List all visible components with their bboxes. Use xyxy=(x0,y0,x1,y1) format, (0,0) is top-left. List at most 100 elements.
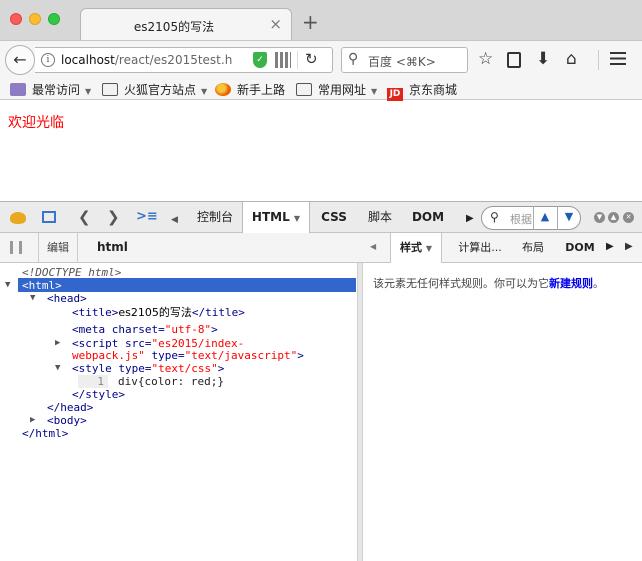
search-icon: ⚲ xyxy=(490,210,499,224)
menu-icon[interactable] xyxy=(610,52,626,65)
chevron-down-icon: ▼ xyxy=(293,214,301,223)
expand-toggle-icon[interactable]: ▼ xyxy=(30,293,35,303)
play-icon[interactable]: ▶ xyxy=(625,241,633,252)
html-node[interactable]: <html> xyxy=(22,279,62,292)
tab-css[interactable]: CSS xyxy=(312,202,356,233)
reload-icon[interactable]: ↻ xyxy=(305,50,318,68)
back-icon[interactable]: ❮ xyxy=(78,209,91,225)
tab-script[interactable]: 脚本 xyxy=(358,202,402,233)
info-icon[interactable]: i xyxy=(41,53,55,67)
star-folder-icon xyxy=(10,83,26,96)
script-type-attr: type= xyxy=(151,349,185,362)
close-tab-icon[interactable]: × xyxy=(269,15,282,33)
minimize-window-button[interactable] xyxy=(29,13,41,25)
url-path: /react/es2015test.h xyxy=(114,53,233,67)
tab-style-label: 样式 xyxy=(400,241,422,254)
expand-toggle-icon[interactable]: ▼ xyxy=(5,280,10,290)
bookmark-label: 新手上路 xyxy=(237,83,286,97)
new-tab-icon[interactable]: + xyxy=(302,10,319,34)
title-close-tag: </title> xyxy=(191,306,245,319)
head-node[interactable]: <head> xyxy=(47,292,87,305)
reading-list-icon[interactable] xyxy=(507,52,521,68)
style-empty-message: 该元素无任何样式规则。你可以为它新建规则。 xyxy=(373,275,604,291)
forward-icon[interactable]: ❯ xyxy=(107,209,120,225)
bookmark-label: 火狐官方站点 xyxy=(124,83,197,97)
bookmark-most-visited[interactable]: 最常访问 ▼ xyxy=(10,81,91,98)
maximize-window-button[interactable] xyxy=(48,13,60,25)
title-bar: es2105的写法 × + xyxy=(0,0,642,41)
tab-html-label: HTML xyxy=(251,210,290,224)
chevron-down-icon: ▼ xyxy=(371,87,378,96)
tab-html[interactable]: HTML ▼ xyxy=(242,202,310,234)
style-tag: <style xyxy=(72,362,112,375)
bookmark-star-icon[interactable]: ☆ xyxy=(478,50,493,68)
bookmark-common-sites[interactable]: 常用网址 ▼ xyxy=(296,81,377,98)
tab-style[interactable]: 样式 ▼ xyxy=(390,233,442,263)
folder-icon xyxy=(102,83,118,96)
head-tag: <head> xyxy=(47,292,87,305)
search-previous-button[interactable]: ▲ xyxy=(533,206,556,230)
search-next-button[interactable]: ▼ xyxy=(557,206,580,230)
shield-icon[interactable]: ✓ xyxy=(253,52,267,68)
title-text: es2105的写法 xyxy=(118,306,192,319)
title-node[interactable]: <title>es2105的写法</title> xyxy=(72,306,245,319)
tab-title: es2105的写法 xyxy=(133,20,215,34)
tab-console[interactable]: 控制台 xyxy=(190,202,240,233)
divider xyxy=(297,51,298,69)
tab-layout[interactable]: 布局 xyxy=(514,233,552,262)
devtools-subtoolbar: 编辑 html ◀ 样式 ▼ 计算出... 布局 DOM ▶ ▶ xyxy=(0,233,642,263)
html-close-tag: </html> xyxy=(22,427,69,440)
bookmark-firefox-site[interactable]: 火狐官方站点 ▼ xyxy=(102,81,207,98)
style-close-tag: </style> xyxy=(72,388,125,401)
bookmark-getting-started[interactable]: 新手上路 xyxy=(215,81,285,98)
url-bar[interactable]: i localhost/react/es2015test.h ✓ ↻ xyxy=(35,47,333,73)
welcome-text: 欢迎光临 xyxy=(8,115,64,131)
close-window-button[interactable] xyxy=(10,13,22,25)
divider xyxy=(598,50,599,70)
folder-icon xyxy=(296,83,312,96)
script-end: > xyxy=(297,349,304,362)
home-icon[interactable]: ⌂ xyxy=(566,50,577,68)
more-tabs-icon[interactable]: ▶ xyxy=(466,211,474,227)
expand-toggle-icon[interactable]: ▶ xyxy=(55,338,60,348)
expand-toggle-icon[interactable]: ▶ xyxy=(30,415,35,425)
tab-computed[interactable]: 计算出... xyxy=(452,233,508,262)
minimize-devtools-icon[interactable]: ▼ xyxy=(594,212,605,223)
bookmark-label: 最常访问 xyxy=(32,83,81,97)
selected-node-highlight xyxy=(18,278,356,292)
break-on-mutate-icon[interactable] xyxy=(10,241,22,254)
browser-tab[interactable]: es2105的写法 × xyxy=(80,8,292,41)
head-close-tag: </head> xyxy=(47,401,94,414)
download-icon[interactable]: ⬇ xyxy=(536,50,550,68)
command-line-icon[interactable]: >≡ xyxy=(136,209,158,225)
style-panel: 该元素无任何样式规则。你可以为它新建规则。 xyxy=(363,263,642,561)
body-node[interactable]: <body> xyxy=(47,414,87,427)
meta-value: "utf-8" xyxy=(164,323,212,336)
meta-node[interactable]: <meta charset="utf-8"> xyxy=(72,323,218,336)
firebug-icon[interactable] xyxy=(10,212,26,224)
qr-code-icon[interactable] xyxy=(275,52,291,68)
search-bar[interactable]: ⚲ 百度 <⌘K> xyxy=(341,47,468,73)
bookmark-label: 常用网址 xyxy=(318,83,367,97)
style-node[interactable]: <style type="text/css"> xyxy=(72,362,224,375)
inspect-element-icon[interactable] xyxy=(42,211,56,223)
back-button[interactable]: ← xyxy=(5,45,35,75)
bookmark-jd[interactable]: JD 京东商城 xyxy=(387,81,457,101)
detach-devtools-icon[interactable]: ▲ xyxy=(608,212,619,223)
expand-toggle-icon[interactable]: ▼ xyxy=(55,363,60,373)
scroll-left-icon[interactable]: ◀ xyxy=(370,242,376,251)
edit-button[interactable]: 编辑 xyxy=(38,233,78,262)
chevron-down-icon: ▼ xyxy=(85,87,92,96)
tab-dom[interactable]: DOM xyxy=(404,202,452,233)
url-text[interactable]: localhost/react/es2015test.h xyxy=(61,53,251,67)
meta-tag: <meta xyxy=(72,323,106,336)
tab-side-dom[interactable]: DOM xyxy=(560,233,600,262)
breadcrumb[interactable]: html xyxy=(97,240,128,254)
chevron-down-icon: ▼ xyxy=(425,244,432,253)
more-tabs-icon[interactable]: ▶ xyxy=(606,241,614,252)
style-content-line[interactable]: 1 div{color: red;} xyxy=(78,375,224,388)
jd-icon: JD xyxy=(387,88,403,101)
new-rule-link[interactable]: 新建规则 xyxy=(549,277,593,290)
close-devtools-icon[interactable]: ✕ xyxy=(623,212,634,223)
scroll-left-icon[interactable]: ◀ xyxy=(171,212,178,228)
